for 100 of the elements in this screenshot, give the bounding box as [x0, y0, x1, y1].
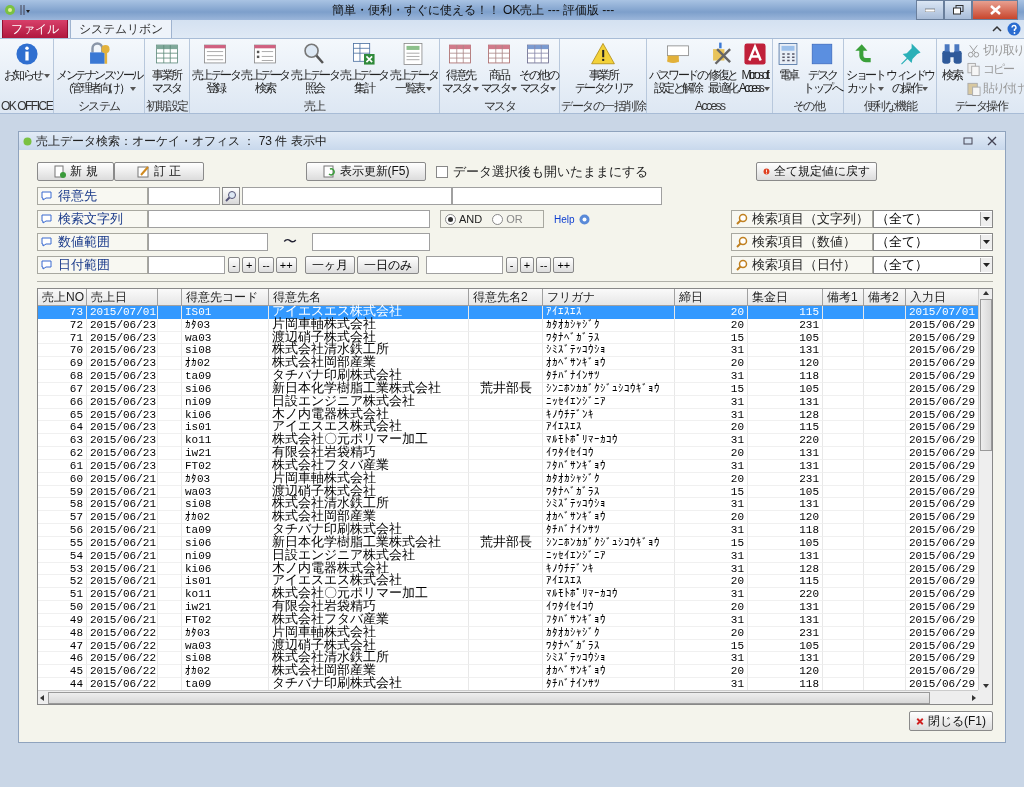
- step-button[interactable]: --: [258, 257, 274, 273]
- reset-button[interactable]: 全て規定値に戻す: [756, 162, 877, 181]
- quick-access-icon[interactable]: [20, 4, 30, 16]
- table-cell: 2015/06/23: [87, 408, 158, 422]
- form-title: 売上データ検索：オーケイ・オフィス ： 73 件 表示中: [36, 132, 328, 150]
- ribbon-button[interactable]: 電卓: [774, 41, 803, 82]
- filter-label-text: 検索文字列: [58, 210, 123, 228]
- table-cell: 115: [748, 575, 823, 589]
- input-field[interactable]: [425, 256, 503, 274]
- ribbon-button[interactable]: 売上データ 検索: [240, 41, 290, 95]
- scrollbar-thumb[interactable]: [979, 299, 992, 451]
- close-button[interactable]: [972, 0, 1018, 20]
- table-cell: ﾌﾀﾊﾞｻﾝｷﾞｮｳ: [543, 613, 675, 627]
- table-cell: 2015/06/21: [87, 601, 158, 614]
- step-button[interactable]: ++: [553, 257, 575, 273]
- table-cell: 2015/06/21: [87, 549, 158, 563]
- table-cell: ｼﾐｽﾞﾃｯｺｳｼｮ: [543, 652, 675, 666]
- filter-label-text: 数値範囲: [58, 233, 110, 251]
- ribbon-button[interactable]: パスワードの 設定と解除: [648, 41, 708, 95]
- input-field[interactable]: [452, 187, 662, 205]
- input-field[interactable]: [148, 187, 220, 205]
- input-field[interactable]: [148, 256, 225, 274]
- help-icon[interactable]: [578, 213, 590, 225]
- help-icon[interactable]: [1007, 22, 1021, 36]
- input-field[interactable]: [242, 187, 452, 205]
- column-header[interactable]: 備考1: [823, 289, 864, 306]
- table-cell: ｲﾜﾀｲｾｲｺｳ: [543, 447, 675, 460]
- table-cell: 220: [748, 434, 823, 448]
- column-header[interactable]: 得意先名2: [469, 289, 543, 306]
- ribbon-button[interactable]: 売上データ 集計: [339, 41, 389, 95]
- search-item-dropdown[interactable]: （全て）: [873, 233, 993, 251]
- step-button[interactable]: +: [519, 257, 535, 273]
- table-cell: ｵｶﾍﾞｻﾝｷﾞｮｳ: [543, 665, 675, 678]
- input-field[interactable]: [148, 233, 268, 251]
- table-icon: [153, 41, 180, 67]
- lookup-button[interactable]: [222, 187, 240, 205]
- step-button[interactable]: -: [228, 257, 240, 273]
- table-cell: FT02: [182, 459, 269, 473]
- close-button[interactable]: 閉じる(F1): [909, 711, 993, 731]
- close-icon[interactable]: [985, 135, 999, 147]
- input-field[interactable]: [148, 210, 430, 228]
- column-header[interactable]: 得意先コード: [182, 289, 269, 306]
- column-header[interactable]: 得意先名: [269, 289, 469, 306]
- step-button[interactable]: ++: [275, 257, 297, 273]
- ribbon-button[interactable]: 売上データ 照会: [289, 41, 340, 95]
- ribbon-button[interactable]: 売上データ 登録: [190, 41, 241, 95]
- column-header[interactable]: フリガナ: [543, 289, 675, 306]
- ribbon-button[interactable]: その他の マスタ: [518, 41, 559, 95]
- caret-icon: [511, 86, 518, 91]
- table-cell: ｶﾀ03: [182, 472, 269, 486]
- column-header[interactable]: 備考2: [864, 289, 906, 306]
- radio-button[interactable]: AND: [445, 213, 483, 225]
- search-item-dropdown[interactable]: （全て）: [873, 256, 993, 274]
- step-button[interactable]: -: [505, 257, 518, 273]
- input-field[interactable]: [312, 233, 430, 251]
- ribbon-button[interactable]: 商品 マスタ: [479, 41, 519, 95]
- date-preset-button[interactable]: 一ヶ月: [304, 256, 355, 274]
- new-button[interactable]: 新 規: [37, 162, 114, 181]
- ribbon-button[interactable]: ショート カット: [845, 41, 886, 95]
- table-icon: [447, 41, 474, 67]
- column-header[interactable]: 集金日: [748, 289, 823, 306]
- ribbon-button[interactable]: お知らせ: [2, 41, 51, 82]
- checkbox[interactable]: [436, 165, 448, 178]
- column-header[interactable]: 売上NO: [38, 289, 87, 306]
- help-link[interactable]: Help: [554, 213, 575, 225]
- step-button[interactable]: --: [536, 257, 552, 273]
- ribbon-button[interactable]: メンテナンスツール （管理者向け）: [55, 41, 143, 95]
- ribbon-button[interactable]: 事業所 データクリア: [573, 41, 633, 95]
- refresh-button[interactable]: 表示更新(F5): [306, 162, 426, 181]
- ribbon-button[interactable]: 検索: [937, 41, 966, 82]
- column-header[interactable]: 入力日: [906, 289, 978, 306]
- search-item-dropdown[interactable]: （全て）: [873, 210, 993, 228]
- ribbon-button[interactable]: 得意先 マスタ: [441, 41, 480, 95]
- table-cell: 220: [748, 588, 823, 601]
- scroll-left-icon[interactable]: [38, 693, 46, 702]
- scrollbar-thumb[interactable]: [48, 691, 930, 704]
- ribbon-group-label: マスタ: [482, 99, 517, 113]
- table-cell: 66: [38, 395, 87, 409]
- restore-button[interactable]: [944, 0, 972, 20]
- column-header[interactable]: 締日: [675, 289, 748, 306]
- ribbon-button[interactable]: 売上データ 一覧表: [388, 41, 439, 95]
- search-item-text: 検索項目（日付）: [752, 256, 856, 274]
- column-header[interactable]: 売上日: [87, 289, 158, 306]
- table-cell: ﾜﾀﾅﾍﾞｶﾞﾗｽ: [543, 331, 675, 345]
- step-button[interactable]: +: [242, 257, 257, 273]
- restore-icon[interactable]: [961, 135, 975, 147]
- caret-icon: [43, 73, 50, 78]
- scroll-up-icon[interactable]: [981, 289, 990, 297]
- ribbon-group-label: Access: [693, 99, 727, 113]
- edit-button[interactable]: 訂 正: [114, 162, 204, 181]
- ribbon-button[interactable]: 修復と 最適化: [707, 41, 738, 95]
- ribbon-group-label: 売上: [302, 99, 327, 113]
- ribbon-button[interactable]: デスク トップへ: [802, 41, 843, 95]
- table-cell: si06: [182, 536, 269, 550]
- table-cell: ko11: [182, 588, 269, 601]
- ribbon-button[interactable]: 事業所 マスタ: [151, 41, 182, 95]
- ribbon-button[interactable]: Microsoft Access: [737, 41, 772, 95]
- date-preset-button[interactable]: 一日のみ: [356, 256, 419, 274]
- ribbon-button[interactable]: ウィンドウ の操作: [885, 41, 935, 95]
- table-cell: 120: [748, 511, 823, 525]
